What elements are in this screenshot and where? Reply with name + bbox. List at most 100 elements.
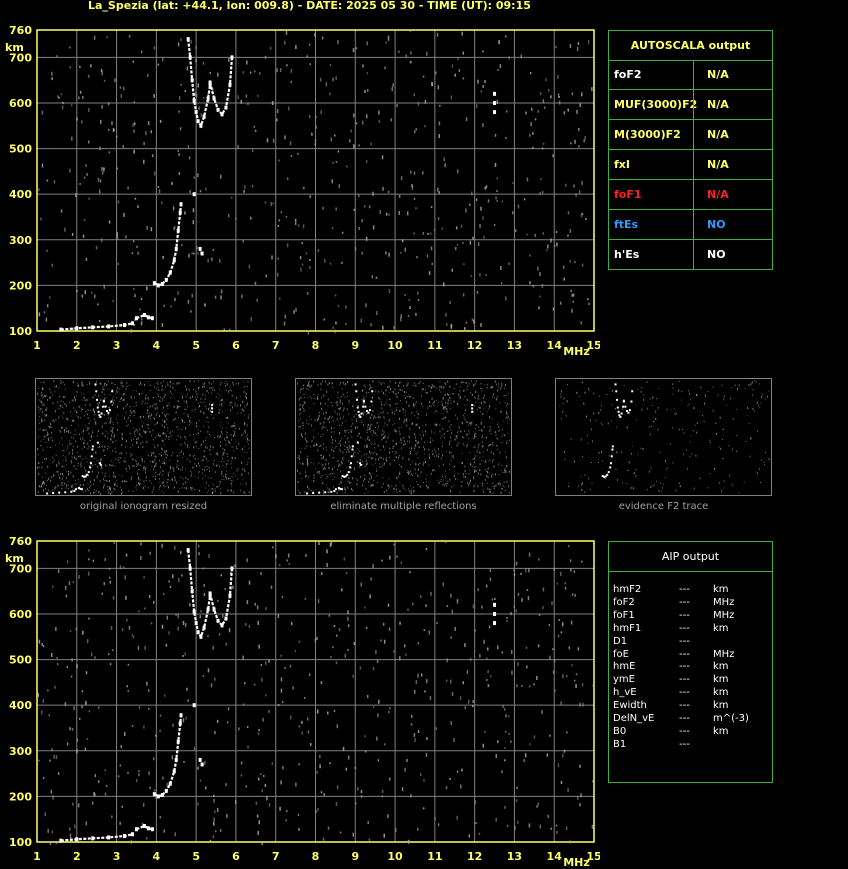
aip-noise-dot bbox=[289, 664, 292, 668]
th2-noise-dot bbox=[654, 484, 656, 486]
aip-noise-dot bbox=[524, 568, 527, 573]
aip-noise-dot bbox=[429, 696, 432, 701]
aip-noise-dot bbox=[298, 725, 301, 728]
aip-noise-dot bbox=[434, 817, 436, 821]
th2-noise-dot bbox=[657, 428, 659, 431]
aip-noise-dot bbox=[376, 659, 379, 663]
aip-noise-dot bbox=[268, 659, 270, 663]
th2-noise-dot bbox=[748, 383, 750, 386]
aip-noise-dot bbox=[387, 603, 390, 607]
aip-noise-dot bbox=[248, 625, 251, 629]
aip-noise-dot bbox=[216, 719, 219, 723]
aip-noise-dot bbox=[260, 572, 262, 576]
aip-noise-dot bbox=[138, 706, 141, 710]
th2-trace-F2-x bbox=[624, 405, 627, 408]
aip-noise-dot bbox=[485, 584, 488, 588]
aip-unit: km bbox=[713, 584, 729, 595]
aip-noise-dot bbox=[504, 730, 507, 733]
aip-unit: MHz bbox=[713, 596, 735, 608]
aip-noise-dot bbox=[393, 543, 395, 546]
aip-noise-dot bbox=[556, 582, 559, 585]
aip-noise-dot bbox=[56, 663, 59, 666]
aip-noise-dot bbox=[489, 569, 492, 573]
aip-noise-dot bbox=[360, 794, 363, 798]
aip-noise-dot bbox=[66, 742, 69, 746]
aip-noise-dot bbox=[245, 785, 248, 788]
aip-noise-dot bbox=[88, 710, 91, 713]
aip-noise-dot bbox=[395, 828, 397, 833]
th2-noise-dot bbox=[631, 452, 633, 455]
aip-noise-dot bbox=[477, 588, 480, 592]
aip-noise-dot bbox=[414, 738, 416, 743]
aip-noise-dot bbox=[565, 826, 568, 831]
aip-noise-dot bbox=[403, 644, 406, 648]
aip-noise-dot bbox=[469, 657, 472, 661]
th2-noise-dot bbox=[669, 443, 671, 445]
aip-param: hmF2 bbox=[613, 584, 642, 595]
aip-noise-dot bbox=[138, 773, 140, 777]
aip-noise-dot bbox=[278, 564, 281, 567]
th2-noise-dot bbox=[699, 477, 701, 480]
aip-noise-dot bbox=[85, 700, 87, 705]
aip-noise-dot bbox=[240, 774, 243, 777]
aip-noise-dot bbox=[502, 704, 504, 708]
aip-noise-dot bbox=[558, 618, 560, 621]
autoscala-row-fxi: fxI N/A bbox=[608, 150, 773, 180]
aip-noise-dot bbox=[262, 717, 264, 722]
aip-noise-dot bbox=[153, 789, 156, 792]
aip-noise-dot bbox=[479, 653, 481, 658]
aip-noise-dot bbox=[569, 840, 571, 844]
th2-noise-dot bbox=[712, 386, 714, 388]
aip-row-h-ve: h_vE --- km bbox=[613, 686, 771, 699]
aip-noise-dot bbox=[504, 805, 506, 809]
aip-noise-dot bbox=[219, 829, 222, 833]
th2-trace-F2-x bbox=[630, 400, 633, 403]
aip-noise-dot bbox=[381, 559, 383, 562]
aip-noise-dot bbox=[42, 645, 45, 648]
aip-noise-dot bbox=[512, 569, 515, 572]
aip-noise-dot bbox=[159, 816, 162, 819]
aip-trace-spur bbox=[493, 621, 497, 626]
aip-unit: km bbox=[713, 674, 729, 686]
aip-noise-dot bbox=[193, 746, 196, 751]
aip-noise-dot bbox=[384, 743, 386, 746]
aip-noise-dot bbox=[57, 569, 60, 574]
aip-noise-dot bbox=[308, 673, 311, 676]
aip-noise-dot bbox=[145, 837, 148, 840]
aip-noise-dot bbox=[451, 692, 454, 697]
th2-noise-dot bbox=[678, 389, 680, 392]
aip-noise-dot bbox=[74, 824, 76, 829]
th2-noise-dot bbox=[621, 450, 623, 453]
aip-noise-dot bbox=[352, 832, 355, 837]
aip-noise-dot bbox=[135, 779, 138, 783]
aip-noise-dot bbox=[284, 667, 286, 670]
aip-noise-dot bbox=[226, 721, 229, 724]
aip-x-tick-label: 2 bbox=[73, 850, 81, 863]
aip-noise-dot bbox=[413, 689, 416, 694]
aip-noise-dot bbox=[257, 620, 259, 625]
aip-noise-dot bbox=[501, 770, 503, 774]
aip-y-tick-label: 500 bbox=[9, 654, 32, 667]
aip-noise-dot bbox=[336, 785, 339, 790]
aip-noise-dot bbox=[147, 688, 150, 692]
aip-noise-dot bbox=[84, 747, 87, 751]
aip-noise-dot bbox=[92, 559, 95, 562]
aip-noise-dot bbox=[76, 749, 78, 754]
aip-noise-dot bbox=[464, 706, 466, 710]
aip-noise-dot bbox=[475, 822, 477, 825]
aip-noise-dot bbox=[579, 803, 581, 807]
aip-noise-dot bbox=[297, 813, 300, 816]
aip-param: ymE bbox=[613, 674, 635, 686]
aip-noise-dot bbox=[370, 577, 372, 581]
aip-noise-dot bbox=[257, 732, 260, 736]
aip-row-d1: D1 --- bbox=[613, 635, 771, 648]
aip-noise-dot bbox=[382, 622, 385, 626]
th2-noise-dot bbox=[712, 409, 714, 412]
aip-noise-dot bbox=[242, 703, 245, 706]
aip-noise-dot bbox=[41, 642, 43, 646]
aip-noise-dot bbox=[560, 780, 563, 784]
aip-noise-dot bbox=[364, 750, 367, 753]
aip-noise-dot bbox=[112, 596, 115, 600]
aip-noise-dot bbox=[242, 655, 244, 660]
aip-noise-dot bbox=[336, 724, 339, 729]
